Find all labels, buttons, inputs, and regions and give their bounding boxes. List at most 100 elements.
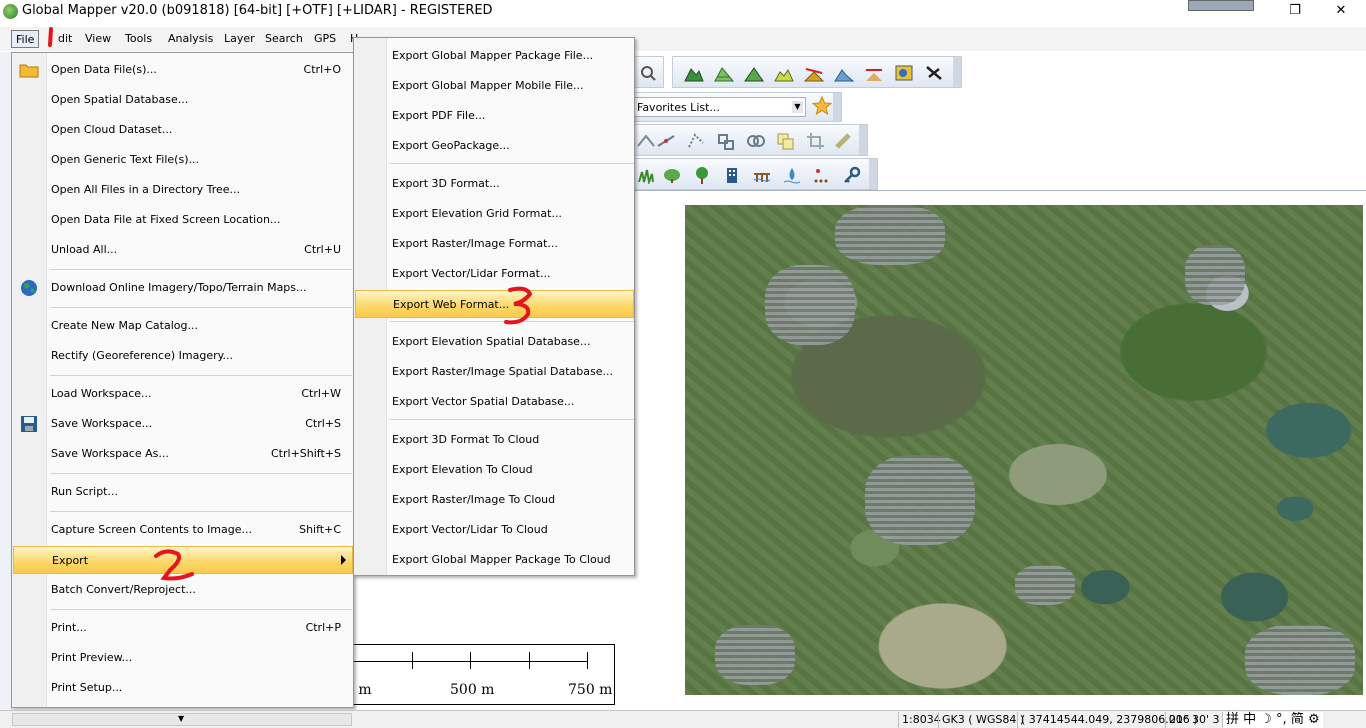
menu-item-capture-screen[interactable]: Capture Screen Contents to Image... Shift… <box>13 516 353 544</box>
submenu-item-export-3d[interactable]: Export 3D Format... <box>355 170 634 198</box>
export-submenu: Export Global Mapper Package File... Exp… <box>353 37 635 576</box>
menu-item-print[interactable]: Print... Ctrl+P <box>13 614 353 642</box>
menu-analysis[interactable]: Analysis <box>164 30 217 48</box>
shader-icon[interactable] <box>893 62 915 84</box>
horizontal-scrollbar[interactable]: ▼ <box>12 713 352 726</box>
restore-button[interactable]: ❐ <box>1280 2 1310 20</box>
menu-item-load-workspace[interactable]: Load Workspace... Ctrl+W <box>13 380 353 408</box>
scale-tick <box>587 652 588 669</box>
menu-item-download-online-maps[interactable]: Download Online Imagery/Topo/Terrain Map… <box>13 274 353 302</box>
edit-vertex-icon[interactable] <box>635 130 657 152</box>
menu-item-open-cloud-dataset[interactable]: Open Cloud Dataset... <box>13 116 353 144</box>
menu-item-open-fixed-location[interactable]: Open Data File at Fixed Screen Location.… <box>13 206 353 234</box>
pencil-icon[interactable] <box>833 130 855 152</box>
toolbar-grip[interactable] <box>833 93 841 121</box>
submenu-item-export-vector-lidar[interactable]: Export Vector/Lidar Format... <box>355 260 634 288</box>
water-drop-icon[interactable] <box>781 164 803 186</box>
scale-tick <box>412 652 413 669</box>
satellite-imagery[interactable] <box>685 205 1363 695</box>
pier-icon[interactable] <box>751 164 773 186</box>
submenu-item-export-raster[interactable]: Export Raster/Image Format... <box>355 230 634 258</box>
shrub-icon[interactable] <box>661 164 683 186</box>
building-icon[interactable] <box>721 164 743 186</box>
airplane-icon[interactable] <box>923 62 945 84</box>
chevron-down-icon[interactable]: ▼ <box>792 101 803 113</box>
menu-item-unload-all[interactable]: Unload All... Ctrl+U <box>13 236 353 264</box>
toolbar-digitizer <box>634 124 868 156</box>
submenu-item-export-elevation-cloud[interactable]: Export Elevation To Cloud <box>355 456 634 484</box>
submenu-item-export-gm-package-cloud[interactable]: Export Global Mapper Package To Cloud <box>355 546 634 574</box>
menu-item-save-workspace-as[interactable]: Save Workspace As... Ctrl+Shift+S <box>13 440 353 468</box>
menu-item-open-generic-text[interactable]: Open Generic Text File(s)... <box>13 146 353 174</box>
menu-gps[interactable]: GPS <box>310 30 340 48</box>
viewshed-icon[interactable] <box>743 62 765 84</box>
contour-icon[interactable] <box>713 62 735 84</box>
status-scale: 1:8034 <box>898 712 944 728</box>
menu-tools[interactable]: Tools <box>121 30 156 48</box>
menu-file[interactable]: File <box>11 30 40 48</box>
submenu-item-export-pdf[interactable]: Export PDF File... <box>355 102 634 130</box>
ime-toolbar[interactable]: 拼 中 ☽ °, 简 ⚙ <box>1222 712 1323 728</box>
annotation-step-1 <box>48 27 53 47</box>
submenu-item-export-elevation-grid[interactable]: Export Elevation Grid Format... <box>355 200 634 228</box>
menu-item-open-spatial-database[interactable]: Open Spatial Database... <box>13 86 353 114</box>
submenu-item-export-elevation-db[interactable]: Export Elevation Spatial Database... <box>355 328 634 356</box>
submenu-item-export-raster-db[interactable]: Export Raster/Image Spatial Database... <box>355 358 634 386</box>
menu-item-save-workspace[interactable]: Save Workspace... Ctrl+S <box>13 410 353 438</box>
folder-icon <box>19 60 39 80</box>
toolbar-grip[interactable] <box>859 125 867 155</box>
menu-item-create-map-catalog[interactable]: Create New Map Catalog... <box>13 312 353 340</box>
menu-item-print-setup[interactable]: Print Setup... <box>13 674 353 702</box>
submenu-item-export-raster-cloud[interactable]: Export Raster/Image To Cloud <box>355 486 634 514</box>
combine-icon[interactable] <box>745 130 767 152</box>
status-projection: GK3 ( WGS84 ) <box>938 712 1027 728</box>
tree-icon[interactable] <box>691 164 713 186</box>
submenu-item-export-web[interactable]: Export Web Format... <box>355 290 634 318</box>
scale-label-500: 500 m <box>450 682 495 698</box>
combine-terrain-icon[interactable] <box>863 62 885 84</box>
menu-separator <box>50 307 352 308</box>
cut-fill-icon[interactable] <box>833 62 855 84</box>
close-button[interactable]: ✕ <box>1326 2 1356 20</box>
zoom-icon[interactable] <box>637 62 659 84</box>
menu-view[interactable]: View <box>81 30 115 48</box>
favorites-combobox[interactable]: Favorites List... ▼ <box>634 97 806 117</box>
village-area <box>835 205 945 265</box>
menu-search[interactable]: Search <box>261 30 307 48</box>
vertex-edit-icon[interactable] <box>685 130 707 152</box>
key-icon[interactable] <box>841 164 863 186</box>
star-icon[interactable] <box>811 95 833 117</box>
reshape-icon[interactable] <box>715 130 737 152</box>
app-icon <box>3 4 18 19</box>
menu-layer[interactable]: Layer <box>220 30 259 48</box>
chevron-down-icon[interactable]: ▼ <box>178 714 184 723</box>
menu-separator <box>50 609 352 610</box>
crop-icon[interactable] <box>805 130 827 152</box>
scale-label-750: 750 m <box>568 682 613 698</box>
submenu-item-export-3d-cloud[interactable]: Export 3D Format To Cloud <box>355 426 634 454</box>
dotted-line-icon[interactable] <box>811 164 833 186</box>
menu-item-print-preview[interactable]: Print Preview... <box>13 644 353 672</box>
submenu-item-export-geopackage[interactable]: Export GeoPackage... <box>355 132 634 160</box>
submenu-item-export-vector-cloud[interactable]: Export Vector/Lidar To Cloud <box>355 516 634 544</box>
status-bar: ▼ 1:8034 GK3 ( WGS84 ) ( 37414544.049, 2… <box>0 710 1366 728</box>
copy-feature-icon[interactable] <box>775 130 797 152</box>
submenu-item-export-gm-package[interactable]: Export Global Mapper Package File... <box>355 42 634 70</box>
menu-item-open-directory-tree[interactable]: Open All Files in a Directory Tree... <box>13 176 353 204</box>
menu-item-open-data-files[interactable]: Open Data File(s)... Ctrl+O <box>13 56 353 84</box>
taskbar-thumbnail <box>1188 0 1254 11</box>
submenu-item-export-vector-db[interactable]: Export Vector Spatial Database... <box>355 388 634 416</box>
terrain-icon[interactable] <box>683 62 705 84</box>
menu-item-run-script[interactable]: Run Script... <box>13 478 353 506</box>
toolbar-grip[interactable] <box>869 159 877 189</box>
menu-item-rectify-imagery[interactable]: Rectify (Georeference) Imagery... <box>13 342 353 370</box>
watershed-icon[interactable] <box>773 62 795 84</box>
menu-separator <box>50 511 352 512</box>
split-line-icon[interactable] <box>655 130 677 152</box>
path-profile-icon[interactable] <box>803 62 825 84</box>
menu-separator <box>50 269 352 270</box>
annotation-step-2 <box>154 549 194 581</box>
submenu-item-export-gm-mobile[interactable]: Export Global Mapper Mobile File... <box>355 72 634 100</box>
grass-icon[interactable] <box>635 164 657 186</box>
toolbar-grip[interactable] <box>953 57 961 87</box>
